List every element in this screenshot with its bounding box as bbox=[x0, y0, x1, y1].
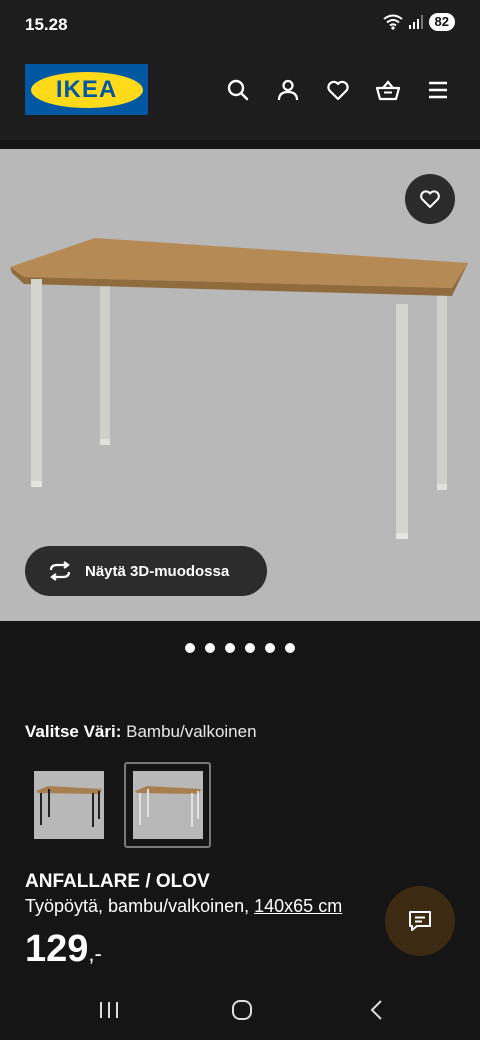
swatch-bamboo-white[interactable] bbox=[124, 762, 211, 848]
carousel-dot[interactable] bbox=[265, 643, 275, 653]
status-time: 15.28 bbox=[25, 15, 68, 34]
logo-oval: IKEA bbox=[30, 71, 143, 108]
carousel-dot[interactable] bbox=[285, 643, 295, 653]
carousel-dot[interactable] bbox=[245, 643, 255, 653]
system-nav-bar bbox=[0, 980, 480, 1040]
carousel-dot[interactable] bbox=[205, 643, 215, 653]
chat-button[interactable] bbox=[385, 886, 455, 956]
product-name: ANFALLARE / OLOV bbox=[25, 871, 210, 892]
color-value: Bambu/valkoinen bbox=[126, 722, 257, 741]
product-price: 129,- bbox=[25, 928, 102, 971]
search-icon[interactable] bbox=[224, 76, 252, 104]
favorite-button[interactable] bbox=[405, 174, 455, 224]
back-icon[interactable] bbox=[362, 996, 392, 1024]
rotate-3d-icon bbox=[49, 561, 71, 581]
signal-icon bbox=[408, 15, 423, 29]
status-icons: 82 bbox=[382, 13, 455, 31]
price-suffix: ,- bbox=[88, 941, 102, 966]
recent-apps-icon[interactable] bbox=[94, 996, 124, 1024]
product-description: Työpöytä, bambu/valkoinen, 140x65 cm bbox=[25, 896, 405, 917]
color-selection: Valitse Väri: Bambu/valkoinen bbox=[25, 722, 257, 742]
wifi-icon bbox=[382, 14, 403, 30]
header-icons bbox=[224, 76, 452, 104]
cart-icon[interactable] bbox=[374, 76, 402, 104]
profile-icon[interactable] bbox=[274, 76, 302, 104]
view-3d-label: Näytä 3D-muodossa bbox=[85, 562, 230, 580]
swatch-thumbnail bbox=[132, 771, 203, 839]
carousel-dot[interactable] bbox=[185, 643, 195, 653]
price-value: 129 bbox=[25, 928, 89, 970]
product-desc-text: Työpöytä, bambu/valkoinen, bbox=[25, 896, 255, 916]
color-swatches bbox=[25, 762, 211, 848]
status-bar: 15.28 82 bbox=[0, 0, 480, 40]
chat-icon bbox=[409, 911, 431, 931]
product-size-link[interactable]: 140x65 cm bbox=[254, 896, 342, 916]
app-header: IKEA bbox=[0, 40, 480, 140]
menu-icon[interactable] bbox=[424, 76, 452, 104]
heart-icon[interactable] bbox=[324, 76, 352, 104]
battery-badge: 82 bbox=[428, 13, 455, 31]
carousel-dot[interactable] bbox=[225, 643, 235, 653]
product-gallery[interactable]: Näytä 3D-muodossa bbox=[0, 149, 480, 621]
heart-icon bbox=[420, 190, 440, 208]
logo-text: IKEA bbox=[55, 75, 118, 103]
swatch-bamboo-black[interactable] bbox=[25, 762, 112, 848]
carousel-dots bbox=[0, 643, 480, 653]
color-label: Valitse Väri: bbox=[25, 722, 122, 741]
ikea-logo[interactable]: IKEA bbox=[25, 64, 148, 115]
view-3d-button[interactable]: Näytä 3D-muodossa bbox=[25, 546, 267, 596]
swatch-thumbnail bbox=[33, 771, 104, 839]
home-icon[interactable] bbox=[227, 996, 257, 1024]
